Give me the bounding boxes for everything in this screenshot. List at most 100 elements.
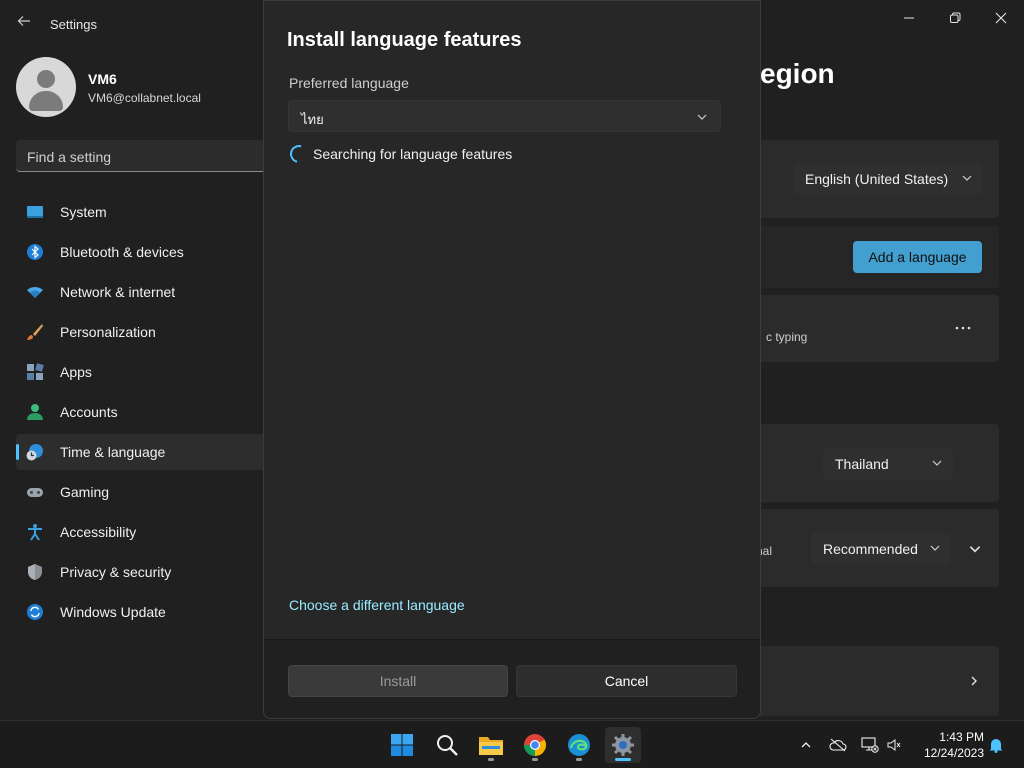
clock-date: 12/24/2023 [923, 746, 984, 760]
sidebar-item-bluetooth[interactable]: Bluetooth & devices [16, 234, 278, 270]
sidebar-item-label: Gaming [60, 484, 110, 500]
dialog-footer: Install Cancel [264, 639, 760, 718]
sidebar-item-time-language[interactable]: Time & language [16, 434, 278, 470]
install-button[interactable]: Install [288, 665, 508, 697]
sidebar-item-label: Apps [60, 364, 92, 380]
loading-spinner-icon [286, 141, 312, 167]
dialog-title: Install language features [287, 29, 522, 51]
regional-format-value: Recommended [823, 541, 918, 557]
network-tray[interactable] [860, 735, 880, 755]
user-name: VM6 [88, 71, 117, 87]
volume-tray[interactable] [884, 735, 904, 755]
chevron-up-icon [801, 742, 811, 748]
chrome-icon [524, 734, 546, 756]
shield-icon [28, 564, 42, 580]
wifi-icon [27, 287, 43, 298]
close-button[interactable] [978, 6, 1024, 30]
user-email: VM6@collabnet.local [88, 91, 201, 105]
taskbar-settings[interactable] [605, 727, 641, 763]
taskbar-file-explorer[interactable] [473, 727, 509, 763]
back-button[interactable] [14, 14, 34, 34]
chevron-down-icon [962, 175, 972, 181]
maximize-button[interactable] [932, 6, 978, 30]
country-value: Thailand [835, 456, 889, 472]
taskbar: 1:43 PM 12/24/2023 [0, 720, 1024, 768]
minimize-button[interactable] [886, 6, 932, 30]
sidebar-item-label: Time & language [60, 444, 166, 460]
sidebar-item-label: Bluetooth & devices [60, 244, 184, 260]
display-language-card: English (United States) [744, 140, 999, 218]
system-icon [27, 206, 43, 218]
sidebar-item-apps[interactable]: Apps [16, 354, 278, 390]
country-region-card: l Thailand [744, 424, 999, 502]
taskbar-search-button[interactable] [429, 727, 465, 763]
sidebar-item-personalization[interactable]: Personalization [16, 314, 278, 350]
search-icon [437, 735, 458, 756]
clock-time: 1:43 PM [939, 730, 984, 744]
expand-chevron-icon[interactable] [968, 542, 982, 556]
sidebar-item-label: Personalization [60, 324, 156, 340]
chevron-right-icon [971, 676, 977, 686]
sidebar-item-label: Privacy & security [60, 564, 172, 580]
sidebar-item-privacy[interactable]: Privacy & security [16, 554, 278, 590]
search-status-text: Searching for language features [313, 146, 513, 162]
sidebar-item-label: Windows Update [60, 604, 166, 620]
network-disconnected-icon [861, 737, 879, 753]
more-options-button[interactable] [945, 318, 981, 342]
restore-icon [950, 12, 961, 23]
sidebar-item-network[interactable]: Network & internet [16, 274, 278, 310]
sidebar-item-accounts[interactable]: Accounts [16, 394, 278, 430]
cancel-button[interactable]: Cancel [516, 665, 737, 697]
person-icon [27, 404, 43, 420]
country-dropdown[interactable]: Thailand [823, 448, 953, 480]
chevron-down-icon [932, 460, 942, 466]
taskbar-edge[interactable] [561, 727, 597, 763]
start-icon [391, 734, 413, 756]
sidebar-item-label: Accessibility [60, 524, 137, 540]
display-language-value: English (United States) [805, 171, 949, 187]
regional-format-card: nal Recommended [744, 509, 999, 587]
sidebar-item-gaming[interactable]: Gaming [16, 474, 278, 510]
show-hidden-icons-button[interactable] [796, 735, 816, 755]
preferred-language-label: Preferred language [289, 75, 409, 91]
avatar [16, 57, 76, 117]
notifications-button[interactable] [986, 735, 1006, 755]
search-input[interactable]: Find a setting [16, 140, 276, 172]
minimize-icon [904, 17, 914, 19]
close-icon [995, 12, 1007, 24]
gamepad-icon [27, 488, 43, 497]
cloud-offline-icon [829, 738, 847, 752]
search-placeholder: Find a setting [27, 149, 112, 165]
display-language-dropdown[interactable]: English (United States) [793, 163, 983, 195]
sidebar-item-accessibility[interactable]: Accessibility [16, 514, 278, 550]
add-language-button[interactable]: Add a language [853, 241, 982, 273]
update-icon [27, 604, 43, 620]
sidebar-item-label: Accounts [60, 404, 118, 420]
language-item-detail: c typing [766, 330, 808, 344]
apps-icon [27, 363, 44, 380]
back-arrow-icon [17, 16, 30, 26]
globe-clock-icon [26, 444, 43, 461]
edge-icon [568, 734, 590, 756]
sidebar-item-windows-update[interactable]: Windows Update [16, 594, 278, 630]
sidebar-item-label: Network & internet [60, 284, 176, 300]
regional-format-dropdown[interactable]: Recommended [811, 533, 951, 565]
sidebar-nav: System Bluetooth & devices Network & int… [16, 194, 278, 634]
sidebar-item-system[interactable]: System [16, 194, 278, 230]
taskbar-chrome[interactable] [517, 727, 553, 763]
bluetooth-icon [27, 244, 43, 260]
install-language-features-dialog: Install language features Preferred lang… [263, 0, 761, 719]
preferred-language-dropdown[interactable]: ไทย [288, 100, 721, 132]
volume-muted-icon [887, 739, 901, 751]
related-setting-card[interactable] [744, 646, 999, 716]
clock[interactable]: 1:43 PM 12/24/2023 [912, 729, 984, 761]
app-title: Settings [50, 17, 97, 32]
chevron-down-icon [697, 114, 707, 120]
choose-different-language-link[interactable]: Choose a different language [289, 597, 465, 613]
start-button[interactable] [384, 727, 420, 763]
brush-icon [27, 324, 43, 340]
file-explorer-icon [479, 737, 503, 755]
onedrive-tray[interactable] [828, 735, 848, 755]
sidebar-item-label: System [60, 204, 107, 220]
more-icon [955, 326, 971, 330]
